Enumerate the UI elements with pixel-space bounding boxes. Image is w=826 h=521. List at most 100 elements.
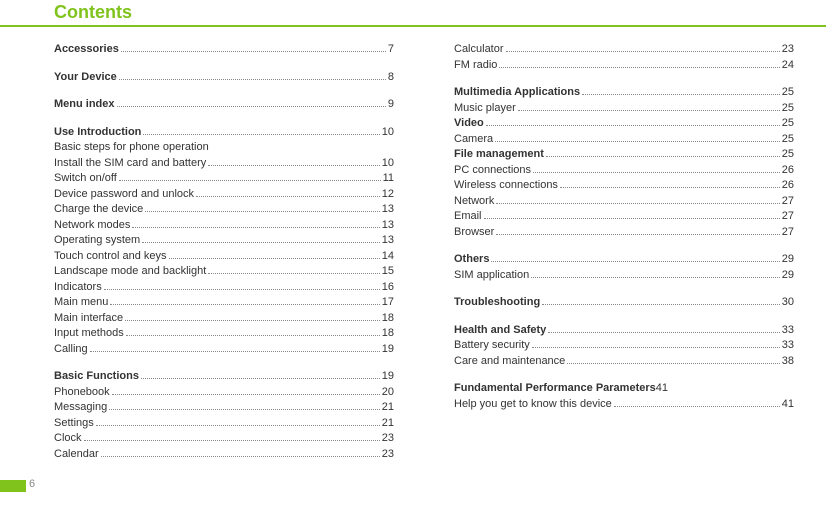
- toc-entry-label: Landscape mode and backlight: [54, 264, 206, 280]
- toc-entry[interactable]: Settings21: [54, 416, 394, 432]
- toc-entry-page: 13: [382, 202, 394, 218]
- toc-entry-label: Accessories: [54, 42, 119, 58]
- toc-spacer: [54, 113, 394, 125]
- toc-entry[interactable]: Battery security33: [454, 338, 794, 354]
- toc-entry[interactable]: SIM application29: [454, 268, 794, 284]
- toc-dots: [169, 258, 380, 259]
- toc-entry[interactable]: Input methods18: [54, 326, 394, 342]
- toc-entry-label: Multimedia Applications: [454, 85, 580, 101]
- toc-entry[interactable]: Network modes13: [54, 218, 394, 234]
- toc-entry[interactable]: Calendar23: [54, 447, 394, 463]
- toc-entry[interactable]: Others29: [454, 252, 794, 268]
- toc-entry[interactable]: Help you get to know this device41: [454, 397, 794, 413]
- toc-entry-label: Main menu: [54, 295, 108, 311]
- toc-entry[interactable]: Multimedia Applications 25: [454, 85, 794, 101]
- toc-dots: [496, 234, 779, 235]
- toc-entry[interactable]: Install the SIM card and battery10: [54, 156, 394, 172]
- toc-entry[interactable]: Video25: [454, 116, 794, 132]
- toc-dots: [143, 134, 379, 135]
- toc-entry[interactable]: Calling19: [54, 342, 394, 358]
- toc-entry[interactable]: Your Device8: [54, 70, 394, 86]
- toc-entry[interactable]: Operating system13: [54, 233, 394, 249]
- toc-entry-page: 25: [782, 101, 794, 117]
- toc-entry-page: 15: [382, 264, 394, 280]
- toc-entry[interactable]: Charge the device13: [54, 202, 394, 218]
- toc-spacer: [54, 58, 394, 70]
- toc-entry-page: 12: [382, 187, 394, 203]
- toc-entry-label: Input methods: [54, 326, 124, 342]
- toc-entry[interactable]: Email27: [454, 209, 794, 225]
- toc-entry[interactable]: Use Introduction10: [54, 125, 394, 141]
- toc-entry[interactable]: Main interface18: [54, 311, 394, 327]
- toc-spacer: [54, 357, 394, 369]
- toc-entry-label: Phonebook: [54, 385, 110, 401]
- toc-entry-label: Care and maintenance: [454, 354, 565, 370]
- toc-entry[interactable]: Network27: [454, 194, 794, 210]
- toc-entry[interactable]: Switch on/off 11: [54, 171, 394, 187]
- toc-entry-label: Use Introduction: [54, 125, 141, 141]
- toc-entry[interactable]: Browser27: [454, 225, 794, 241]
- toc-entry-label: Others: [454, 252, 489, 268]
- toc-entry-page: 25: [782, 85, 794, 101]
- toc-dots: [104, 289, 380, 290]
- toc-entry[interactable]: Health and Safety 33: [454, 323, 794, 339]
- toc-entry-label: Menu index: [54, 97, 115, 113]
- toc-entry-label: Switch on/off: [54, 171, 117, 187]
- toc-dots: [84, 440, 380, 441]
- toc-dots: [548, 332, 779, 333]
- toc-entry[interactable]: Touch control and keys14: [54, 249, 394, 265]
- toc-entry-label: Health and Safety: [454, 323, 546, 339]
- title-underline: [0, 25, 826, 27]
- toc-entry-page: 7: [388, 42, 394, 58]
- toc-entry-label: Operating system: [54, 233, 140, 249]
- toc-dots: [141, 378, 380, 379]
- toc-entry-label: Video: [454, 116, 484, 132]
- toc-dots: [90, 351, 380, 352]
- toc-entry[interactable]: Care and maintenance38: [454, 354, 794, 370]
- toc-entry-label: SIM application: [454, 268, 529, 284]
- toc-entry-label: Battery security: [454, 338, 530, 354]
- toc-entry[interactable]: Music player25: [454, 101, 794, 117]
- toc-entry[interactable]: Menu index9: [54, 97, 394, 113]
- toc-entry-page: 11: [383, 171, 394, 187]
- toc-entry[interactable]: Phonebook20: [54, 385, 394, 401]
- toc-dots: [531, 277, 780, 278]
- toc-entry[interactable]: Clock23: [54, 431, 394, 447]
- toc-entry-page: 30: [782, 295, 794, 311]
- toc-entry-page: 10: [382, 156, 394, 172]
- toc-entry-page: 21: [382, 400, 394, 416]
- toc-dots: [560, 187, 780, 188]
- toc-entry[interactable]: FM radio24: [454, 58, 794, 74]
- toc-entry[interactable]: Calculator23: [454, 42, 794, 58]
- toc-entry-label: Network modes: [54, 218, 130, 234]
- toc-entry-page: 27: [782, 225, 794, 241]
- toc-dots: [125, 320, 380, 321]
- toc-entry-label: Basic Functions: [54, 369, 139, 385]
- toc-dots: [518, 110, 780, 111]
- toc-entry[interactable]: Camera25: [454, 132, 794, 148]
- toc-entry[interactable]: Indicators16: [54, 280, 394, 296]
- toc-entry[interactable]: Device password and unlock12: [54, 187, 394, 203]
- toc-dots: [101, 456, 380, 457]
- toc-entry-page: 23: [382, 447, 394, 463]
- toc-entry[interactable]: File management25: [454, 147, 794, 163]
- toc-entry-page: 26: [782, 163, 794, 179]
- toc-entry[interactable]: Basic Functions19: [54, 369, 394, 385]
- toc-entry-page: 25: [782, 132, 794, 148]
- toc-entry[interactable]: Fundamental Performance Parameters41: [454, 381, 794, 397]
- toc-spacer: [454, 369, 794, 381]
- toc-entry-page: 27: [782, 194, 794, 210]
- toc-entry-page: 41: [782, 397, 794, 413]
- toc-entry-label: Calling: [54, 342, 88, 358]
- toc-entry-page: 8: [388, 70, 394, 86]
- toc-entry-page: 25: [782, 147, 794, 163]
- toc-entry[interactable]: Accessories 7: [54, 42, 394, 58]
- toc-entry[interactable]: Main menu17: [54, 295, 394, 311]
- toc-entry-label: Settings: [54, 416, 94, 432]
- toc-entry[interactable]: Landscape mode and backlight 15: [54, 264, 394, 280]
- toc-entry[interactable]: PC connections26: [454, 163, 794, 179]
- toc-entry[interactable]: Wireless connections26: [454, 178, 794, 194]
- toc-entry-page: 33: [782, 323, 794, 339]
- toc-entry[interactable]: Troubleshooting30: [454, 295, 794, 311]
- toc-entry[interactable]: Messaging21: [54, 400, 394, 416]
